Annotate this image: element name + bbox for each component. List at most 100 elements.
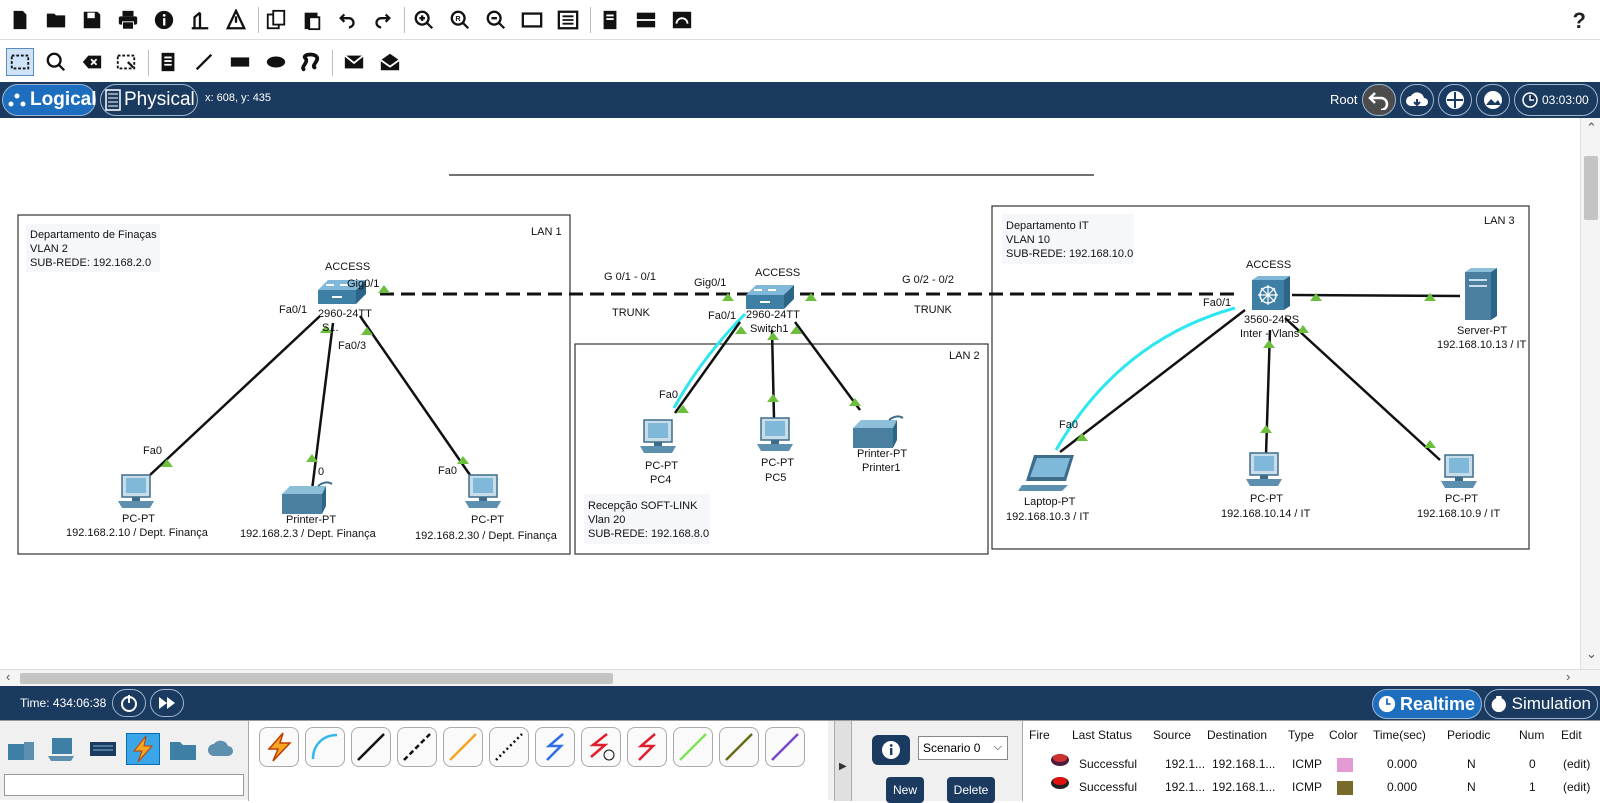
resize-icon[interactable] [114, 50, 138, 74]
horizontal-scrollbar[interactable]: ‹ › [0, 669, 1600, 686]
fast-forward-button[interactable] [150, 689, 184, 717]
horizontal-scroll-thumb[interactable] [20, 673, 613, 684]
background-image-button[interactable] [1476, 84, 1510, 116]
usb-cable-button[interactable] [765, 727, 805, 767]
clock-pill[interactable]: 03:03:00 [1514, 84, 1598, 116]
serial-dce-button[interactable] [581, 727, 621, 767]
delete-scenario-button[interactable]: Delete [947, 777, 995, 803]
multiuser-category[interactable] [204, 733, 238, 765]
pdu-header-edit: Edit [1561, 728, 1582, 742]
components-category[interactable] [86, 733, 120, 765]
viewport-icon[interactable] [670, 8, 694, 32]
switch-left-name: S... [322, 322, 339, 334]
tab-logical[interactable]: Logical [2, 84, 97, 116]
select-icon[interactable] [6, 48, 34, 76]
zoom-reset-icon[interactable]: R [448, 8, 472, 32]
end-devices-category[interactable] [44, 733, 78, 765]
print-icon[interactable] [116, 8, 140, 32]
note-icon[interactable] [156, 50, 180, 74]
custom-devices-icon[interactable] [556, 8, 580, 32]
lan3-tag: LAN 3 [1484, 215, 1515, 227]
zoom-out-icon[interactable] [484, 8, 508, 32]
connections-category[interactable] [126, 733, 160, 765]
port-fa0-pc-b: Fa0 [438, 465, 457, 477]
info-icon[interactable] [152, 8, 176, 32]
stopwatch-icon [1491, 695, 1506, 713]
pc-it9-icon [1440, 454, 1478, 489]
new-scenario-button[interactable]: New [886, 777, 924, 803]
drawing-palette-icon[interactable] [520, 8, 544, 32]
serial-dte-button[interactable] [627, 727, 667, 767]
physical-icon [105, 88, 121, 112]
lan2-desc-line3: SUB-REDE: 192.168.8.0 [588, 528, 709, 540]
line-icon[interactable] [192, 50, 216, 74]
paste-icon[interactable] [300, 8, 324, 32]
scroll-down-icon[interactable]: ⌄ [1586, 646, 1597, 662]
scenario-info-button[interactable] [872, 735, 910, 765]
simple-pdu-icon[interactable] [342, 50, 366, 74]
freeform-icon[interactable] [298, 50, 322, 74]
link-sw-mid-pc5 [770, 329, 776, 419]
cloud-button[interactable] [1400, 84, 1434, 116]
octal-cable-button[interactable] [673, 727, 713, 767]
tab-physical[interactable]: Physical [100, 84, 198, 116]
pc-it14-label: 192.168.10.14 / IT [1221, 508, 1311, 520]
coaxial-button[interactable] [535, 727, 575, 767]
scenario-select[interactable]: Scenario 0 ⌵ [918, 736, 1008, 760]
pc-it9-label: 192.168.10.9 / IT [1417, 508, 1500, 520]
undo-icon[interactable] [336, 8, 360, 32]
simulation-label: Simulation [1511, 694, 1591, 713]
ellipse-icon[interactable] [264, 50, 288, 74]
panel-splitter[interactable]: ▶ [834, 721, 852, 801]
open-folder-icon[interactable] [44, 8, 68, 32]
phone-cable-button[interactable] [489, 727, 529, 767]
collapse-arrow-icon[interactable]: ▶ [839, 761, 847, 772]
port-0-printer-a: 0 [318, 466, 324, 478]
auto-connection-button[interactable] [259, 727, 299, 767]
custom-pdu-icon[interactable] [224, 8, 248, 32]
simulation-mode-tab[interactable]: Simulation [1484, 689, 1598, 719]
power-cycle-icon [121, 695, 137, 712]
activity-wizard-icon[interactable] [188, 8, 212, 32]
save-icon[interactable] [80, 8, 104, 32]
redo-icon[interactable] [370, 8, 394, 32]
pdu-row-edit-link[interactable]: (edit) [1563, 757, 1590, 771]
new-file-icon[interactable] [8, 8, 32, 32]
zoom-in-icon[interactable] [412, 8, 436, 32]
cluster-icon[interactable] [634, 8, 658, 32]
complex-pdu-icon[interactable] [378, 50, 402, 74]
scroll-right-icon[interactable]: › [1566, 669, 1570, 684]
notes-icon[interactable] [598, 8, 622, 32]
logical-workspace[interactable]: Departamento de Finaças VLAN 2 SUB-REDE:… [0, 118, 1600, 669]
delete-icon[interactable] [80, 50, 104, 74]
inspect-icon[interactable] [44, 50, 68, 74]
fiber-button[interactable] [443, 727, 483, 767]
back-button[interactable] [1362, 84, 1396, 116]
pdu-row-type: ICMP [1292, 757, 1322, 771]
move-button[interactable] [1438, 84, 1472, 116]
vertical-scrollbar[interactable]: ⌃ ⌄ [1580, 118, 1600, 669]
crossover-button[interactable] [397, 727, 437, 767]
scroll-up-icon[interactable]: ⌃ [1586, 120, 1597, 136]
device-search-field[interactable] [4, 774, 244, 796]
scroll-left-icon[interactable]: ‹ [6, 669, 10, 684]
pdu-row-edit-link[interactable]: (edit) [1563, 780, 1590, 794]
laptop-type: Laptop-PT [1024, 496, 1076, 508]
straight-through-button[interactable] [351, 727, 391, 767]
fire-pdu-icon[interactable] [1049, 751, 1071, 767]
iot-custom-cable-button[interactable] [719, 727, 759, 767]
help-button[interactable]: ? [1573, 8, 1586, 34]
link-sw-right-pc9 [1284, 317, 1441, 461]
scenario-panel: Scenario 0 ⌵ New Delete [852, 721, 1020, 803]
fire-pdu-icon[interactable] [1049, 774, 1071, 790]
misc-category[interactable] [166, 733, 200, 765]
network-devices-category[interactable] [4, 733, 38, 765]
rectangle-icon[interactable] [228, 50, 252, 74]
realtime-mode-tab[interactable]: Realtime [1372, 689, 1482, 719]
power-cycle-button[interactable] [112, 689, 146, 717]
switch-right-name: Inter - Vlans [1240, 328, 1300, 340]
console-cable-button[interactable] [305, 727, 345, 767]
copy-icon[interactable] [264, 8, 288, 32]
vertical-scroll-thumb[interactable] [1584, 156, 1598, 220]
serial-dte-icon [637, 733, 657, 761]
